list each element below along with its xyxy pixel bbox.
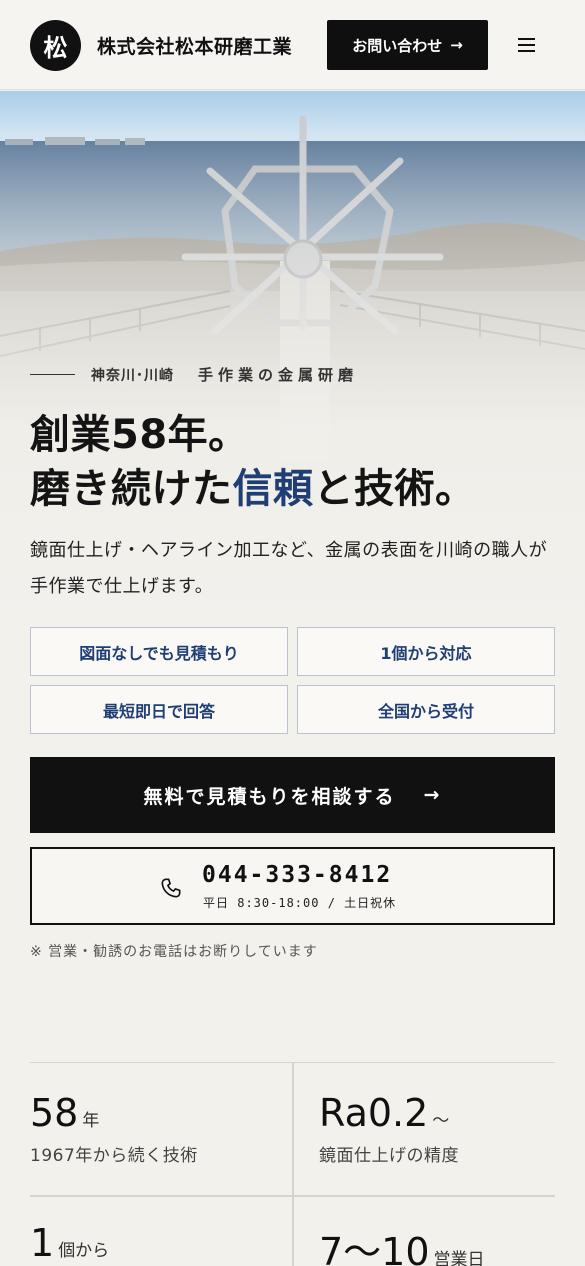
stat-value: Ra0.2 — [319, 1091, 429, 1135]
stat-lead-time: 7〜10 営業日 — [319, 1221, 485, 1266]
stat-min-quantity: 1 個から — [30, 1221, 109, 1265]
contact-button-label: お問い合わせ — [352, 36, 443, 55]
headline-line-1: 創業58年。 — [30, 412, 249, 458]
phone-hours: 平日 8:30-18:00 / 土日祝休 — [203, 896, 397, 910]
estimate-cta-button[interactable]: 無料で見積もりを相談する → — [30, 757, 555, 833]
estimate-cta-label: 無料で見積もりを相談する — [143, 785, 396, 808]
stat-unit: 年 — [82, 1111, 100, 1131]
company-name[interactable]: 株式会社松本研磨工業 — [97, 32, 292, 59]
headline-line-2: 磨き続けた信頼と技術。 — [30, 462, 476, 516]
contact-button[interactable]: お問い合わせ → — [327, 20, 488, 70]
phone-number: 044-333-8412 — [202, 862, 393, 888]
headline-line-2-post: と技術。 — [313, 466, 476, 512]
stat-desc: 鏡面仕上げの精度 — [319, 1146, 459, 1166]
headline-line-2-pre: 磨き続けた — [30, 466, 233, 512]
feature-badges: 図面なしでも見積もり 1個から対応 最短即日で回答 全国から受付 — [30, 627, 555, 734]
sales-call-note: ※ 営業・勧誘のお電話はお断りしています — [30, 944, 318, 960]
feature-badge: 最短即日で回答 — [30, 685, 288, 734]
stats-divider-vertical — [292, 1063, 294, 1266]
stat-desc: 1967年から続く技術 — [30, 1146, 198, 1166]
tagline-divider — [30, 373, 75, 376]
stats-grid: 58 年 1967年から続く技術 Ra0.2 〜 鏡面仕上げの精度 1 個から 7〜1… — [30, 1062, 555, 1266]
stat-unit: 〜 — [432, 1111, 450, 1131]
feature-badge: 全国から受付 — [297, 685, 555, 734]
stats-divider-horizontal — [30, 1195, 555, 1197]
hero-headline: 創業58年。 磨き続けた信頼と技術。 — [30, 408, 476, 516]
stat-value: 58 — [30, 1091, 79, 1135]
stat-value: 1 — [30, 1221, 55, 1265]
stat-unit: 営業日 — [433, 1250, 485, 1266]
stat-value: 7〜10 — [319, 1230, 430, 1266]
stat-years: 58 年 1967年から続く技術 — [30, 1091, 198, 1166]
phone-icon — [161, 878, 181, 898]
stat-precision: Ra0.2 〜 鏡面仕上げの精度 — [319, 1091, 459, 1166]
feature-badge: 図面なしでも見積もり — [30, 627, 288, 676]
arrow-right-icon: → — [423, 784, 442, 806]
headline-accent: 信頼 — [232, 466, 314, 512]
feature-badge: 1個から対応 — [297, 627, 555, 676]
logo-mark[interactable]: 松 — [30, 20, 81, 71]
hero-lead: 鏡面仕上げ・ヘアライン加工など、金属の表面を川崎の職人が手作業で仕上げます。 — [30, 540, 548, 597]
hero-tagline: 神奈川･川崎 手作業の金属研磨 — [30, 364, 358, 385]
phone-call-button[interactable]: 044-333-8412 平日 8:30-18:00 / 土日祝休 — [30, 847, 555, 925]
arrow-right-icon: → — [450, 36, 463, 54]
hamburger-menu-icon[interactable] — [518, 38, 535, 52]
stat-unit: 個から — [58, 1241, 110, 1261]
tagline-area: 神奈川･川崎 — [91, 367, 174, 384]
tagline-craft: 手作業の金属研磨 — [198, 366, 359, 384]
site-header: 松 株式会社松本研磨工業 お問い合わせ → — [0, 0, 585, 90]
